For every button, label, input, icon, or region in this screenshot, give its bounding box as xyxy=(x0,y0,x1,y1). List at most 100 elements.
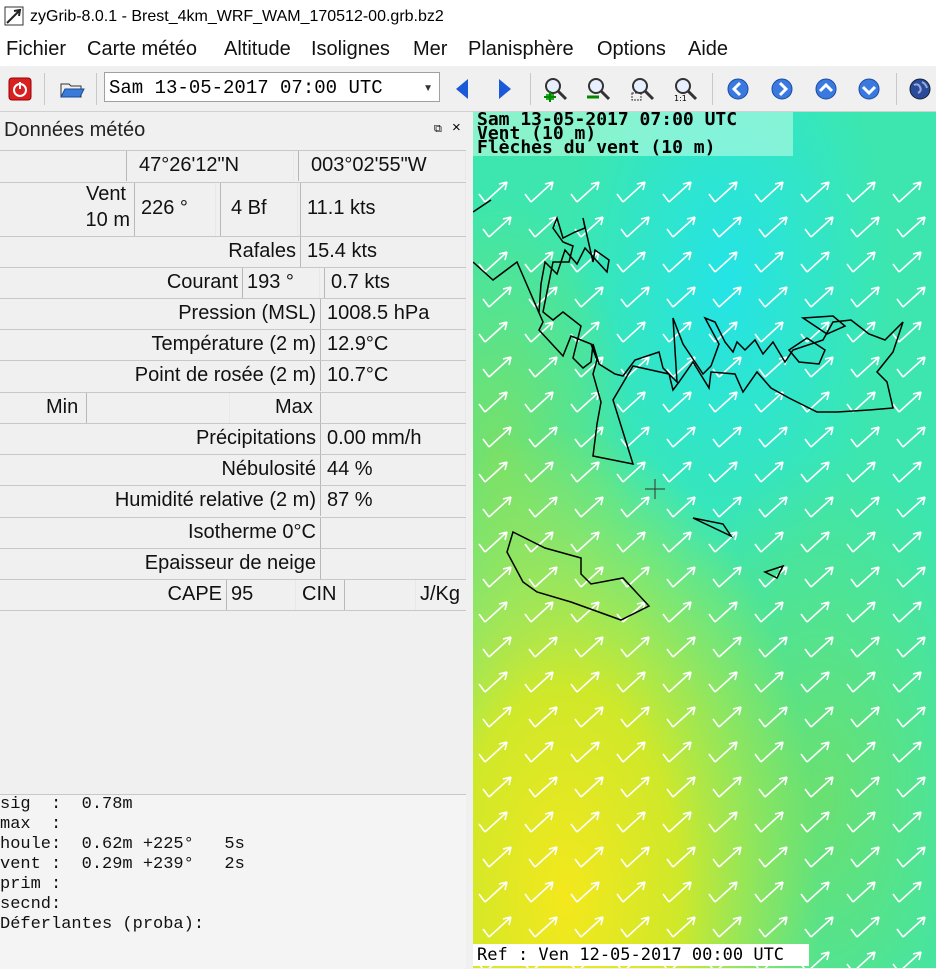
current-speed-cell: 0.7 kts xyxy=(324,268,466,298)
next-arrow-icon[interactable] xyxy=(491,75,519,103)
gust-value: 15.4 kts xyxy=(307,240,378,262)
wind-direction-cell: 226 ° xyxy=(134,183,216,237)
wave-sig-line: sig : 0.78m xyxy=(0,795,133,814)
wind-beaufort-value: 4 Bf xyxy=(231,197,267,219)
snow-label: Epaisseur de neige xyxy=(144,552,316,574)
menu-planisphere[interactable]: Planisphère xyxy=(468,38,574,61)
menu-mer[interactable]: Mer xyxy=(413,38,447,61)
latitude-cell: 47°26'12"N xyxy=(126,151,294,181)
menu-isolignes[interactable]: Isolignes xyxy=(311,38,390,61)
pressure-cell: 1008.5 hPa xyxy=(320,299,466,329)
open-folder-icon[interactable] xyxy=(58,75,86,103)
max-cell xyxy=(320,393,466,423)
current-row: Courant 193 ° 0.7 kts xyxy=(0,267,466,298)
wave-max-line: max : xyxy=(0,815,62,834)
app-icon xyxy=(4,6,24,26)
isotherm-row: Isotherme 0°C xyxy=(0,517,466,548)
dewpoint-label: Point de rosée (2 m) xyxy=(134,364,316,386)
menu-options[interactable]: Options xyxy=(597,38,666,61)
wind-height-label: 10 m xyxy=(85,209,130,231)
nav-down-icon[interactable] xyxy=(855,75,883,103)
min-cell xyxy=(86,393,230,423)
menu-aide[interactable]: Aide xyxy=(688,38,728,61)
wind-speed-cell: 11.1 kts xyxy=(300,183,466,237)
toolbar-separator xyxy=(896,73,897,105)
date-select-value: Sam 13-05-2017 07:00 UTC xyxy=(109,77,383,99)
float-panel-icon[interactable]: ⧉ xyxy=(434,123,442,136)
wave-wind-line: vent : 0.29m +239° 2s xyxy=(0,855,245,874)
wave-breaking-line: Déferlantes (proba): xyxy=(0,915,205,934)
current-label: Courant xyxy=(166,271,238,293)
map-reference-date: Ref : Ven 12-05-2017 00:00 UTC xyxy=(477,945,785,965)
gust-label: Rafales xyxy=(228,240,296,262)
map-canvas[interactable] xyxy=(473,112,936,968)
dewpoint-value: 10.7°C xyxy=(327,364,389,386)
menu-carte-meteo[interactable]: Carte météo xyxy=(87,38,197,61)
temperature-cell: 12.9°C xyxy=(320,330,466,360)
cin-label: CIN xyxy=(302,583,337,605)
nav-left-icon[interactable] xyxy=(724,75,752,103)
menu-fichier[interactable]: Fichier xyxy=(6,38,66,61)
wave-info: sig : 0.78m max : houle: 0.62m +225° 5s … xyxy=(0,794,466,969)
window-title: zyGrib-8.0.1 - Brest_4km_WRF_WAM_170512-… xyxy=(30,8,444,25)
panel-title: Données météo xyxy=(4,119,146,141)
nav-right-icon[interactable] xyxy=(768,75,796,103)
cloud-cell: 44 % xyxy=(320,455,466,485)
map-header-arrows: Flèches du vent (10 m) xyxy=(477,137,716,158)
map-reference-bar: Ref : Ven 12-05-2017 00:00 UTC xyxy=(473,944,809,966)
power-icon[interactable] xyxy=(6,75,34,103)
cape-label: CAPE xyxy=(167,583,222,605)
cloud-label: Nébulosité xyxy=(221,458,316,480)
globe-icon[interactable] xyxy=(906,75,934,103)
humidity-label: Humidité relative (2 m) xyxy=(114,489,316,511)
temperature-row: Température (2 m) 12.9°C xyxy=(0,329,466,360)
toolbar-separator xyxy=(44,73,45,105)
svg-text:1:1: 1:1 xyxy=(674,94,687,102)
wind-beaufort-cell: 4 Bf xyxy=(220,183,298,237)
humidity-value: 87 % xyxy=(327,489,373,511)
pressure-value: 1008.5 hPa xyxy=(327,302,430,324)
zoom-1-1-icon[interactable]: 1:1 xyxy=(672,75,700,103)
toolbar-separator xyxy=(96,73,97,105)
min-label: Min xyxy=(46,396,79,418)
current-speed-value: 0.7 kts xyxy=(331,271,390,293)
nav-up-icon[interactable] xyxy=(812,75,840,103)
wind-row: Vent 10 m 226 ° 4 Bf 11.1 kts xyxy=(0,182,466,237)
map-view[interactable]: Sam 13-05-2017 07:00 UTC Vent (10 m) Flè… xyxy=(473,112,936,968)
snow-row: Epaisseur de neige xyxy=(0,548,466,579)
wind-speed-value: 11.1 kts xyxy=(307,197,376,219)
coordinates-row: 47°26'12"N 003°02'55"W xyxy=(0,150,466,181)
isotherm-label: Isotherme 0°C xyxy=(187,521,316,543)
current-direction-value: 193 ° xyxy=(247,271,294,293)
humidity-cell: 87 % xyxy=(320,486,466,516)
zoom-selection-icon[interactable] xyxy=(629,75,657,103)
cape-cell: 95 xyxy=(226,580,296,610)
cin-cell xyxy=(344,580,416,610)
precipitation-value: 0.00 mm/h xyxy=(327,427,422,449)
gust-row: Rafales 15.4 kts xyxy=(0,236,466,267)
chevron-down-icon: ▼ xyxy=(423,83,433,94)
cloud-row: Nébulosité 44 % xyxy=(0,454,466,485)
toolbar-separator xyxy=(530,73,531,105)
zoom-out-icon[interactable] xyxy=(585,75,613,103)
close-icon[interactable]: × xyxy=(452,119,461,136)
date-select[interactable]: Sam 13-05-2017 07:00 UTC ▼ xyxy=(104,72,440,102)
wave-primary-line: prim : xyxy=(0,875,62,894)
cape-row: CAPE 95 CIN J/Kg xyxy=(0,579,466,611)
temperature-value: 12.9°C xyxy=(327,333,389,355)
latitude-value: 47°26'12"N xyxy=(139,154,240,176)
precipitation-label: Précipitations xyxy=(195,427,316,449)
max-label: Max xyxy=(275,396,313,418)
dewpoint-row: Point de rosée (2 m) 10.7°C xyxy=(0,360,466,391)
weather-data-panel: Données météo ⧉ × 47°26'12"N 003°02'55"W… xyxy=(0,112,472,969)
dewpoint-cell: 10.7°C xyxy=(320,361,466,391)
menu-altitude[interactable]: Altitude xyxy=(224,38,291,61)
temperature-label: Température (2 m) xyxy=(151,333,317,355)
precipitation-cell: 0.00 mm/h xyxy=(320,424,466,454)
zoom-in-icon[interactable] xyxy=(542,75,570,103)
toolbar-separator xyxy=(712,73,713,105)
cape-unit-label: J/Kg xyxy=(420,583,461,605)
title-bar: zyGrib-8.0.1 - Brest_4km_WRF_WAM_170512-… xyxy=(0,0,936,36)
wave-swell-line: houle: 0.62m +225° 5s xyxy=(0,835,245,854)
prev-arrow-icon[interactable] xyxy=(448,75,476,103)
